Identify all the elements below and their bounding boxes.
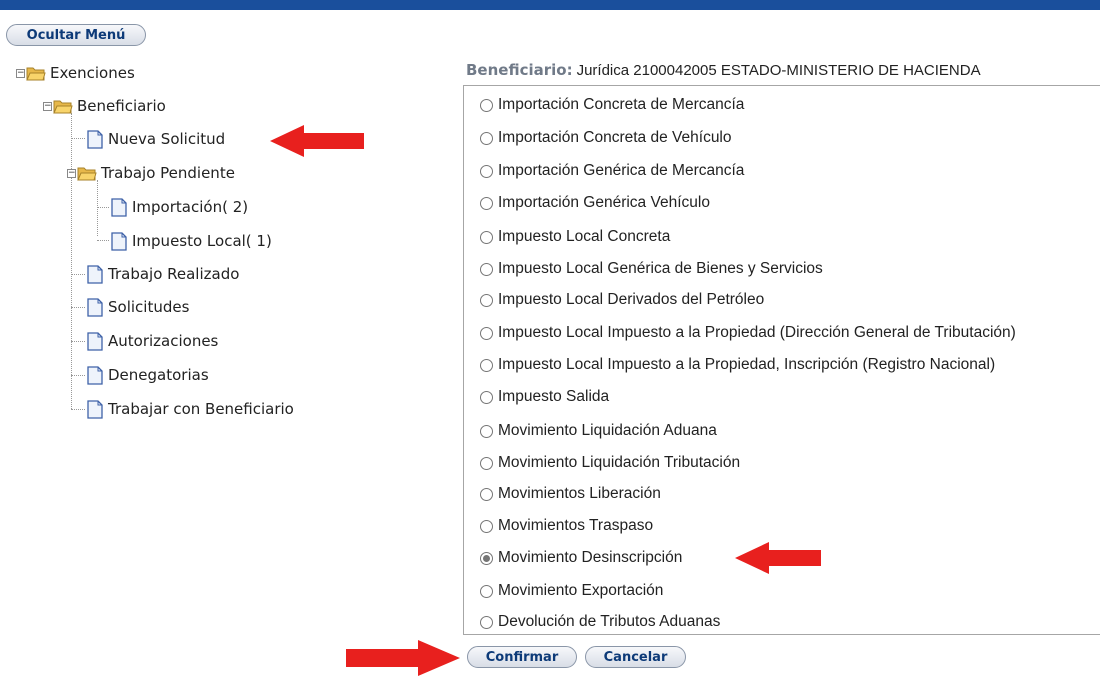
tree-item-denegatorias[interactable]: Denegatorias: [86, 364, 209, 386]
tree-item-label: Solicitudes: [108, 298, 190, 316]
option-movimiento-liquidacion-aduana[interactable]: Movimiento Liquidación Aduana: [480, 420, 717, 442]
tree-item-label: Trabajo Realizado: [108, 265, 240, 283]
option-label: Impuesto Local Concreta: [498, 228, 671, 245]
radio-button[interactable]: [480, 487, 493, 501]
tree-item-label: Trabajar con Beneficiario: [108, 400, 294, 418]
radio-button-selected[interactable]: [480, 551, 493, 565]
tree-item-importacion[interactable]: Importación( 2): [110, 196, 248, 218]
tree-item-solicitudes[interactable]: Solicitudes: [86, 296, 189, 318]
folder-open-icon: [26, 67, 46, 80]
beneficiary-heading: Beneficiario: Jurídica 2100042005 ESTADO-…: [466, 60, 981, 79]
collapse-toggle-icon[interactable]: −: [43, 101, 52, 111]
document-icon: [87, 129, 103, 149]
tree-item-nueva-solicitud[interactable]: Nueva Solicitud: [86, 128, 225, 150]
folder-open-icon: [53, 100, 73, 113]
option-movimientos-liberacion[interactable]: Movimientos Liberación: [480, 483, 661, 505]
document-icon: [111, 231, 127, 251]
tree-item-trabajo-pendiente[interactable]: − Trabajo Pendiente: [67, 162, 235, 184]
radio-button[interactable]: [480, 390, 493, 404]
tree-item-trabajar-con-beneficiario[interactable]: Trabajar con Beneficiario: [86, 398, 294, 420]
tree-item-label: Autorizaciones: [108, 332, 219, 350]
option-label: Importación Concreta de Vehículo: [498, 129, 732, 146]
option-label: Movimiento Exportación: [498, 582, 664, 599]
hide-menu-button[interactable]: Ocultar Menú: [6, 24, 146, 46]
option-impuesto-local-concreta[interactable]: Impuesto Local Concreta: [480, 226, 670, 248]
document-icon: [87, 365, 103, 385]
tree-item-beneficiario[interactable]: − Beneficiario: [43, 95, 166, 117]
radio-button[interactable]: [480, 131, 493, 145]
tree-item-impuesto-local[interactable]: Impuesto Local( 1): [110, 230, 272, 252]
radio-button[interactable]: [480, 615, 493, 629]
cancel-button[interactable]: Cancelar: [585, 646, 686, 668]
radio-button[interactable]: [480, 456, 493, 470]
option-devolucion-tributos-aduanas[interactable]: Devolución de Tributos Aduanas: [480, 611, 720, 633]
document-icon: [87, 399, 103, 419]
confirm-button[interactable]: Confirmar: [467, 646, 577, 668]
option-label: Importación Genérica Vehículo: [498, 194, 710, 211]
tree-item-label: Importación( 2): [132, 198, 249, 216]
option-importacion-concreta-vehiculo[interactable]: Importación Concreta de Vehículo: [480, 127, 732, 149]
option-label: Impuesto Local Genérica de Bienes y Serv…: [498, 260, 823, 277]
option-label: Movimiento Desinscripción: [498, 549, 683, 566]
radio-button[interactable]: [480, 584, 493, 598]
option-impuesto-propiedad-tributacion[interactable]: Impuesto Local Impuesto a la Propiedad (…: [480, 322, 1016, 344]
option-label: Importación Concreta de Mercancía: [498, 96, 745, 113]
option-label: Movimiento Liquidación Aduana: [498, 422, 717, 439]
tree-item-label: Trabajo Pendiente: [101, 164, 235, 182]
tree-item-exenciones[interactable]: − Exenciones: [16, 62, 135, 84]
top-accent-bar: [0, 0, 1100, 10]
beneficiary-label: Beneficiario:: [466, 61, 573, 79]
tree-item-label: Nueva Solicitud: [108, 130, 226, 148]
folder-open-icon: [77, 167, 97, 180]
collapse-toggle-icon[interactable]: −: [67, 168, 76, 178]
document-icon: [87, 297, 103, 317]
beneficiary-value: Jurídica 2100042005 ESTADO-MINISTERIO DE…: [576, 62, 981, 79]
option-movimientos-traspaso[interactable]: Movimientos Traspaso: [480, 515, 653, 537]
tree-item-autorizaciones[interactable]: Autorizaciones: [86, 330, 218, 352]
option-label: Movimientos Traspaso: [498, 517, 654, 534]
tree-item-label: Beneficiario: [77, 97, 166, 115]
collapse-toggle-icon[interactable]: −: [16, 68, 25, 78]
annotation-arrow-left-icon: [735, 542, 821, 574]
radio-button[interactable]: [480, 262, 493, 276]
radio-button[interactable]: [480, 164, 493, 178]
option-movimiento-exportacion[interactable]: Movimiento Exportación: [480, 580, 663, 602]
radio-button[interactable]: [480, 98, 493, 112]
radio-button[interactable]: [480, 230, 493, 244]
radio-button[interactable]: [480, 196, 493, 210]
option-impuesto-salida[interactable]: Impuesto Salida: [480, 386, 609, 408]
option-impuesto-local-derivados[interactable]: Impuesto Local Derivados del Petróleo: [480, 289, 764, 311]
radio-button[interactable]: [480, 326, 493, 340]
option-label: Impuesto Salida: [498, 388, 610, 405]
annotation-arrow-left-icon: [270, 125, 364, 157]
option-label: Importación Genérica de Mercancía: [498, 162, 745, 179]
tree-item-trabajo-realizado[interactable]: Trabajo Realizado: [86, 263, 239, 285]
option-label: Devolución de Tributos Aduanas: [498, 613, 721, 630]
document-icon: [111, 197, 127, 217]
radio-button[interactable]: [480, 424, 493, 438]
radio-button[interactable]: [480, 519, 493, 533]
radio-button[interactable]: [480, 293, 493, 307]
tree-connector: [97, 180, 98, 236]
tree-item-label: Denegatorias: [108, 366, 209, 384]
option-label: Impuesto Local Impuesto a la Propiedad, …: [498, 356, 996, 373]
option-impuesto-local-generica[interactable]: Impuesto Local Genérica de Bienes y Serv…: [480, 258, 823, 280]
option-label: Impuesto Local Impuesto a la Propiedad (…: [498, 324, 1016, 341]
tree-item-label: Impuesto Local( 1): [132, 232, 272, 250]
option-movimiento-liquidacion-tributacion[interactable]: Movimiento Liquidación Tributación: [480, 452, 740, 474]
option-importacion-concreta-mercancia[interactable]: Importación Concreta de Mercancía: [480, 94, 744, 116]
option-importacion-generica-mercancia[interactable]: Importación Genérica de Mercancía: [480, 160, 744, 182]
annotation-arrow-right-icon: [346, 640, 460, 676]
radio-button[interactable]: [480, 358, 493, 372]
option-impuesto-propiedad-registro[interactable]: Impuesto Local Impuesto a la Propiedad, …: [480, 354, 995, 376]
option-label: Impuesto Local Derivados del Petróleo: [498, 291, 765, 308]
option-movimiento-desinscripcion[interactable]: Movimiento Desinscripción: [480, 547, 682, 569]
option-importacion-generica-vehiculo[interactable]: Importación Genérica Vehículo: [480, 192, 710, 214]
document-icon: [87, 331, 103, 351]
document-icon: [87, 264, 103, 284]
option-label: Movimientos Liberación: [498, 485, 661, 502]
tree-connector: [71, 113, 72, 409]
option-label: Movimiento Liquidación Tributación: [498, 454, 741, 471]
tree-item-label: Exenciones: [50, 64, 135, 82]
